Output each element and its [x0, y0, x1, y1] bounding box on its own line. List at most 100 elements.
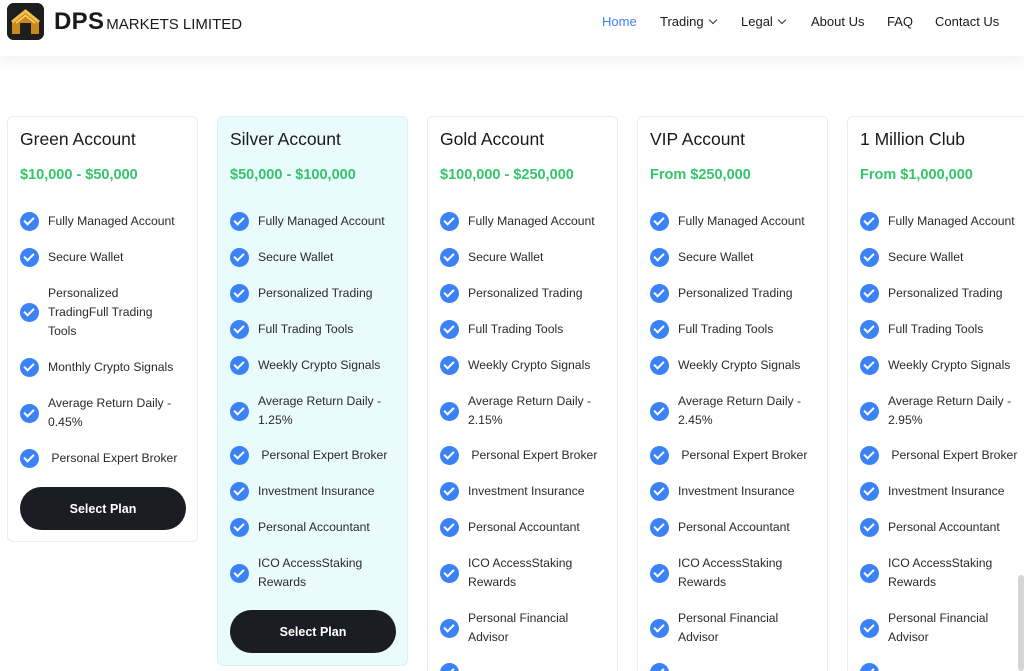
plan-card-million-club: 1 Million Club From $1,000,000 Fully Man… [847, 116, 1024, 671]
plan-feature-text: Investment Insurance [258, 484, 375, 498]
plan-feature-text: Investment Insurance [468, 484, 585, 498]
plan-feature-text: Investment Insurance [888, 484, 1005, 498]
plan-feature: Monthly Crypto Signals [20, 358, 195, 377]
plan-feature-text: Personal Accountant [888, 520, 1000, 534]
plan-feature-text: Weekly Crypto Signals [678, 358, 801, 372]
plan-price: From $250,000 [650, 167, 751, 183]
plan-feature-text: Personalized Trading [888, 286, 1003, 300]
plan-feature: Average Return Daily - 0.45% [20, 394, 190, 432]
main-nav: Home Trading Legal About Us FAQ Contact … [0, 14, 1024, 30]
check-circle-icon [440, 284, 459, 303]
plan-feature-text: Personalized TradingFull Trading Tools [48, 286, 153, 338]
plan-feature-text: Personalized Trading [258, 286, 373, 300]
check-circle-icon [440, 248, 459, 267]
check-circle-icon [20, 212, 39, 231]
plan-feature-text: Secure Wallet [48, 250, 124, 264]
plan-feature-text: Secure Wallet [258, 250, 334, 264]
select-plan-button[interactable]: Select Plan [20, 487, 186, 530]
plan-feature-text: Full Trading Tools [678, 322, 774, 336]
chevron-down-icon [777, 15, 787, 25]
plan-feature-text: Personalized Trading [468, 286, 583, 300]
site-header: DPS MARKETS LIMITED Home Trading Legal Ab… [0, 0, 1024, 56]
plan-feature: Personal Expert Broker [650, 446, 825, 465]
plan-feature-text: Personal Accountant [258, 520, 370, 534]
plan-feature: Full Trading Tools [860, 320, 1024, 339]
plan-feature: ICO AccessStaking Rewards [860, 554, 1010, 592]
scrollbar-thumb[interactable] [1018, 575, 1024, 671]
check-circle-icon [440, 563, 459, 583]
check-circle-icon [230, 446, 249, 465]
plan-feature: Secure Wallet [650, 248, 825, 267]
plan-feature-text: Full Trading Tools [468, 322, 564, 336]
check-circle-icon [650, 482, 669, 501]
check-circle-icon [650, 212, 669, 231]
nav-faq[interactable]: FAQ [887, 14, 913, 29]
check-circle-icon [230, 356, 249, 375]
check-circle-icon [860, 401, 879, 421]
nav-home[interactable]: Home [602, 14, 637, 29]
plan-feature-text: Investment Insurance [678, 484, 795, 498]
chevron-down-icon [708, 15, 717, 25]
check-circle-icon [20, 403, 39, 423]
check-circle-icon [440, 320, 459, 339]
plan-title: 1 Million Club [860, 129, 966, 149]
plan-feature: Personalized Trading [860, 284, 1024, 303]
check-circle-icon [860, 212, 879, 231]
plan-feature-cutoff [440, 663, 570, 671]
plan-card-silver: Silver Account $50,000 - $100,000 Fully … [217, 116, 408, 666]
nav-about-us[interactable]: About Us [811, 14, 864, 29]
plan-feature-text: ICO AccessStaking Rewards [258, 556, 363, 589]
check-circle-icon [440, 212, 459, 231]
plan-feature: Personal Financial Advisor [440, 609, 580, 647]
plan-feature-text: Fully Managed Account [258, 214, 385, 228]
check-circle-icon [20, 358, 39, 377]
plan-feature: Personal Expert Broker [20, 449, 195, 468]
plan-feature: ICO AccessStaking Rewards [440, 554, 590, 592]
plan-feature: Full Trading Tools [650, 320, 825, 339]
plan-feature: Investment Insurance [230, 482, 405, 501]
plan-feature: Personal Expert Broker [230, 446, 405, 465]
plan-feature-text: Weekly Crypto Signals [468, 358, 591, 372]
plan-feature: ICO AccessStaking Rewards [650, 554, 800, 592]
plan-feature: Personal Financial Advisor [650, 609, 790, 647]
check-circle-icon [440, 518, 459, 537]
plan-feature-text: Secure Wallet [468, 250, 544, 264]
select-plan-button[interactable]: Select Plan [230, 610, 396, 653]
check-circle-icon [860, 446, 879, 465]
nav-legal[interactable]: Legal [741, 14, 787, 29]
nav-trading-label: Trading [660, 14, 704, 29]
plan-feature-text: Personal Expert Broker [678, 448, 808, 462]
plan-feature-text: Fully Managed Account [888, 214, 1015, 228]
plan-card-green: Green Account $10,000 - $50,000 Fully Ma… [7, 116, 198, 542]
check-circle-icon [20, 303, 39, 322]
plan-feature: Fully Managed Account [860, 212, 1024, 231]
plan-feature: Personal Accountant [440, 518, 615, 537]
check-circle-icon [230, 248, 249, 267]
check-circle-icon [440, 663, 459, 671]
check-circle-icon [230, 212, 249, 231]
plan-feature-text: Secure Wallet [888, 250, 964, 264]
plan-feature-text: Fully Managed Account [678, 214, 805, 228]
plan-feature: Average Return Daily - 2.15% [440, 392, 610, 430]
plan-feature-text: Fully Managed Account [468, 214, 595, 228]
check-circle-icon [650, 401, 669, 421]
check-circle-icon [860, 563, 879, 583]
check-circle-icon [230, 284, 249, 303]
plan-feature-text: Average Return Daily - 2.15% [468, 394, 592, 427]
plan-feature-text: Personalized Trading [678, 286, 793, 300]
check-circle-icon [230, 482, 249, 501]
plan-feature-text: ICO AccessStaking Rewards [468, 556, 573, 589]
plan-feature: Fully Managed Account [440, 212, 615, 231]
plan-feature-text: Average Return Daily - 2.95% [888, 394, 1012, 427]
plan-title: Gold Account [440, 129, 545, 149]
check-circle-icon [230, 563, 249, 583]
check-circle-icon [860, 618, 879, 638]
plan-feature: Weekly Crypto Signals [230, 356, 405, 375]
plan-feature: Weekly Crypto Signals [650, 356, 825, 375]
plan-feature-text: Personal Accountant [468, 520, 580, 534]
check-circle-icon [650, 356, 669, 375]
nav-trading[interactable]: Trading [660, 14, 717, 29]
plan-feature: Investment Insurance [860, 482, 1024, 501]
nav-contact-us[interactable]: Contact Us [935, 14, 999, 29]
plan-feature: Weekly Crypto Signals [440, 356, 615, 375]
